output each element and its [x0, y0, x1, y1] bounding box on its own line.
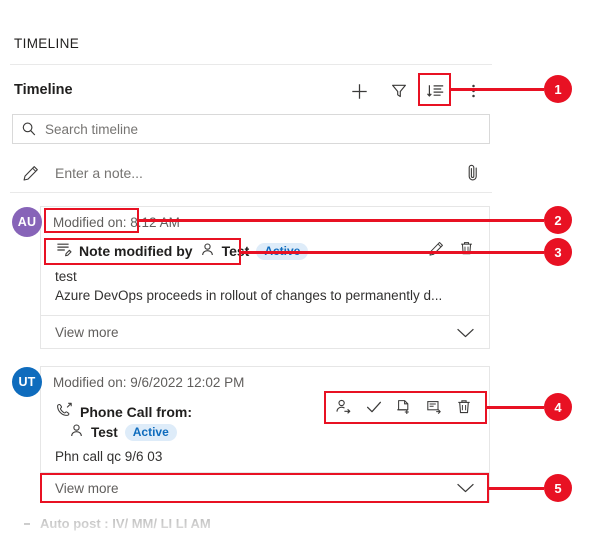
annotation-leader-5 — [489, 487, 544, 490]
annotation-leader-3 — [241, 251, 544, 254]
timeline-panel: TIMELINE Timeline Search timeline Enter … — [0, 0, 502, 552]
delete-button[interactable] — [449, 396, 479, 422]
person-icon — [200, 242, 215, 260]
body-line-1: Phn call qc 9/6 03 — [55, 449, 163, 464]
note-icon — [55, 241, 72, 261]
annotation-number-2: 2 — [544, 206, 572, 234]
more-commands-button[interactable] — [458, 76, 488, 106]
record-title: Phone Call from: — [80, 403, 193, 420]
note-input[interactable] — [55, 165, 464, 181]
annotation-leader-4 — [487, 406, 544, 409]
view-more-label: View more — [55, 325, 119, 340]
status-badge: Active — [124, 423, 177, 441]
plus-icon — [350, 82, 369, 101]
record-title-row: Phone Call from: — [55, 401, 192, 422]
avatar: UT — [12, 367, 42, 397]
search-icon — [21, 121, 37, 137]
convert-to-case-icon — [395, 398, 413, 421]
timeline-toolbar: Timeline — [0, 76, 502, 110]
page-title: TIMELINE — [14, 36, 80, 51]
phone-call-icon — [55, 401, 73, 422]
open-record-icon — [425, 398, 443, 421]
assign-button[interactable] — [329, 396, 359, 422]
person-row: Test Active — [69, 423, 177, 441]
pencil-icon — [22, 164, 40, 182]
avatar: AU — [12, 207, 42, 237]
annotation-number-4: 4 — [544, 393, 572, 421]
ellipsis-vertical-icon — [471, 82, 476, 100]
divider — [10, 192, 492, 193]
add-button[interactable] — [344, 76, 374, 106]
bullet-icon — [24, 523, 30, 525]
divider — [10, 64, 492, 65]
open-record-button[interactable] — [419, 396, 449, 422]
chevron-down-icon — [456, 327, 475, 339]
view-more-bar[interactable]: View more — [41, 472, 489, 503]
annotation-leader-1 — [451, 88, 544, 91]
person-icon — [69, 423, 84, 441]
phonecall-action-icons — [329, 396, 479, 422]
view-more-bar[interactable]: View more — [41, 315, 489, 349]
convert-to-case-button[interactable] — [389, 396, 419, 422]
screenshot-root: TIMELINE Timeline Search timeline Enter … — [0, 0, 600, 552]
clipped-timeline-row: Auto post : IV/ MM/ LI LI AM — [12, 516, 490, 546]
timeline-label: Timeline — [14, 82, 73, 98]
clipped-row-text: Auto post : IV/ MM/ LI LI AM — [40, 516, 211, 531]
search-timeline-box[interactable] — [12, 114, 490, 144]
view-more-label: View more — [55, 480, 119, 496]
chevron-down-icon — [456, 482, 475, 494]
annotation-number-5: 5 — [544, 474, 572, 502]
annotation-leader-2 — [139, 219, 544, 222]
record-title: Note modified by — [79, 243, 193, 259]
annotation-number-3: 3 — [544, 238, 572, 266]
timeline-card-phonecall: Modified on: 9/6/2022 12:02 PM Phone Cal… — [40, 366, 490, 503]
assign-icon — [335, 398, 353, 421]
attach-icon[interactable] — [464, 163, 482, 183]
filter-icon — [390, 82, 408, 100]
modified-on-label: Modified on: 8:12 AM — [53, 215, 180, 230]
person-name: Test — [91, 424, 118, 440]
filter-button[interactable] — [384, 76, 414, 106]
mark-complete-button[interactable] — [359, 396, 389, 422]
sort-button[interactable] — [420, 76, 450, 106]
annotation-number-1: 1 — [544, 75, 572, 103]
modified-on-label: Modified on: 9/6/2022 12:02 PM — [53, 375, 245, 390]
check-icon — [365, 398, 383, 421]
timeline-card-note: Modified on: 8:12 AM Note modified by Te… — [40, 206, 490, 349]
body-line-2: Azure DevOps proceeds in rollout of chan… — [55, 288, 443, 303]
body-line-1: test — [55, 269, 77, 284]
note-composer[interactable] — [12, 155, 490, 191]
search-input[interactable] — [45, 121, 489, 137]
delete-icon — [455, 398, 473, 421]
sort-icon — [426, 82, 445, 101]
